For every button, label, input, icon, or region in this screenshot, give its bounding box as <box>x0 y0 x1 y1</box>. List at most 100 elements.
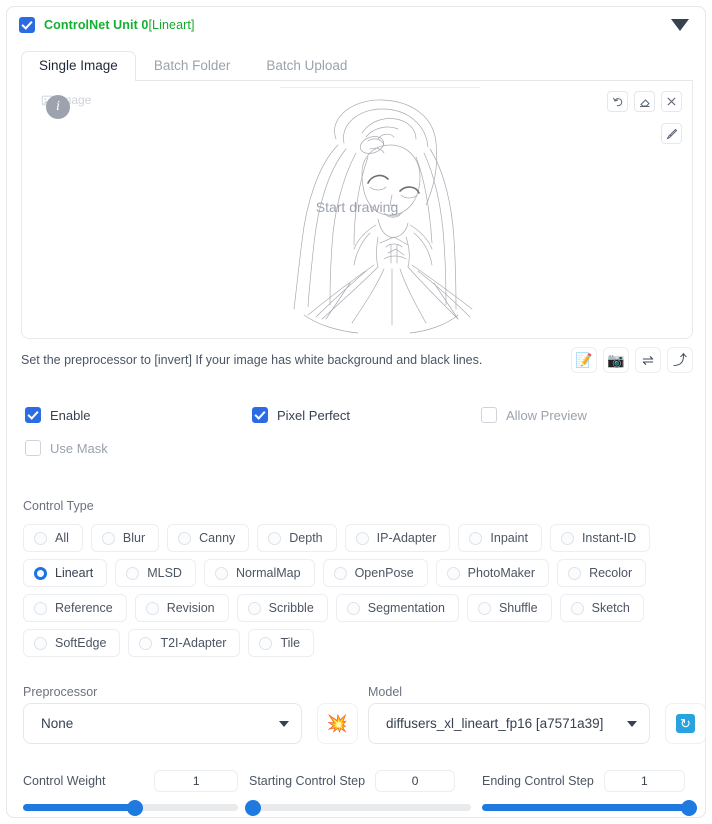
chevron-down-icon <box>279 720 289 727</box>
chevron-down-icon <box>627 720 637 727</box>
control-type-canny[interactable]: Canny <box>167 524 250 552</box>
starting-control-step-slider-group: Starting Control Step 0 <box>245 770 471 816</box>
undo-button[interactable] <box>607 91 628 112</box>
slider-fill <box>23 804 135 811</box>
unit-enable-checkbox[interactable] <box>19 17 35 33</box>
caret-down-icon[interactable] <box>671 19 689 31</box>
send-dimensions-button[interactable]: ⤴ <box>667 347 693 373</box>
control-type-shuffle[interactable]: Shuffle <box>466 594 552 622</box>
slider-knob[interactable] <box>681 799 697 816</box>
control-type-row: SoftEdge T2I-Adapter Tile <box>23 629 687 657</box>
option-label: Tile <box>280 636 301 650</box>
control-type-ip-adapter[interactable]: IP-Adapter <box>344 524 451 552</box>
radio-icon <box>477 601 491 615</box>
control-type-segmentation[interactable]: Segmentation <box>335 594 459 622</box>
ending-control-step-slider-group: Ending Control Step 1 <box>482 770 697 816</box>
canvas-tools-top-row <box>607 91 682 112</box>
enable-checkbox-row[interactable]: Enable <box>25 407 90 423</box>
radio-icon <box>570 601 584 615</box>
radio-icon <box>145 601 159 615</box>
option-label: T2I-Adapter <box>160 636 227 650</box>
use-mask-checkbox-row[interactable]: Use Mask <box>25 440 108 456</box>
control-type-blur[interactable]: Blur <box>90 524 160 552</box>
webcam-button[interactable]: 📷 <box>603 347 629 373</box>
pixel-perfect-checkbox-row[interactable]: Pixel Perfect <box>252 407 350 423</box>
info-icon[interactable]: i <box>46 95 70 119</box>
control-type-all[interactable]: All <box>23 524 83 552</box>
brush-button[interactable] <box>661 123 682 144</box>
control-type-row: All Blur Canny Depth IP-Adapter Inpaint … <box>23 524 687 552</box>
image-canvas-area[interactable]: Image i Start drawing <box>21 81 693 339</box>
model-label: Model <box>368 685 403 699</box>
control-weight-slider[interactable] <box>23 799 238 816</box>
control-weight-label: Control Weight <box>23 774 106 788</box>
slider-header: Starting Control Step 0 <box>249 770 471 792</box>
control-type-reference[interactable]: Reference <box>23 594 127 622</box>
ending-control-step-value[interactable]: 1 <box>603 770 685 792</box>
starting-control-step-slider[interactable] <box>245 799 471 816</box>
tab-single-image[interactable]: Single Image <box>21 51 136 81</box>
option-label: Canny <box>199 531 236 545</box>
slider-knob[interactable] <box>245 799 261 816</box>
radio-icon <box>178 531 192 545</box>
allow-preview-checkbox-row[interactable]: Allow Preview <box>481 407 587 423</box>
control-type-depth[interactable]: Depth <box>257 524 337 552</box>
close-icon <box>667 97 676 106</box>
brush-icon <box>666 128 677 139</box>
control-type-softedge[interactable]: SoftEdge <box>23 629 121 657</box>
option-label: Lineart <box>55 566 94 580</box>
radio-icon <box>355 531 369 545</box>
control-type-instant-id[interactable]: Instant-ID <box>549 524 651 552</box>
ending-control-step-slider[interactable] <box>482 799 697 816</box>
model-dropdown[interactable]: diffusers_xl_lineart_fp16 [a7571a39] <box>368 703 650 744</box>
option-label: Inpaint <box>490 531 528 545</box>
control-type-row: Reference Revision Scribble Segmentation… <box>23 594 687 622</box>
run-preprocessor-button[interactable]: 💥 <box>317 703 358 744</box>
pixel-perfect-label: Pixel Perfect <box>277 407 350 423</box>
clear-button[interactable] <box>661 91 682 112</box>
allow-preview-checkbox[interactable] <box>481 407 497 423</box>
radio-icon <box>560 531 574 545</box>
radio-icon <box>346 601 360 615</box>
option-label: Reference <box>55 601 113 615</box>
control-type-scribble[interactable]: Scribble <box>236 594 328 622</box>
control-type-tile[interactable]: Tile <box>248 629 315 657</box>
control-type-revision[interactable]: Revision <box>134 594 229 622</box>
preprocessor-dropdown[interactable]: None <box>23 703 302 744</box>
control-weight-value[interactable]: 1 <box>154 770 238 792</box>
control-type-openpose[interactable]: OpenPose <box>322 559 428 587</box>
radio-icon <box>101 531 115 545</box>
control-type-recolor[interactable]: Recolor <box>557 559 647 587</box>
canvas-placeholder-text: Start drawing <box>315 199 399 215</box>
control-type-sketch[interactable]: Sketch <box>559 594 644 622</box>
mirror-webcam-button[interactable]: ⇌ <box>635 347 661 373</box>
use-mask-checkbox[interactable] <box>25 440 41 456</box>
slider-header: Control Weight 1 <box>23 770 238 792</box>
radio-icon <box>446 566 460 580</box>
slider-knob[interactable] <box>126 799 143 816</box>
control-type-lineart[interactable]: Lineart <box>23 559 108 587</box>
open-new-canvas-button[interactable]: 📝 <box>571 347 597 373</box>
refresh-icon: ↻ <box>676 714 695 733</box>
starting-control-step-value[interactable]: 0 <box>375 770 456 792</box>
eraser-icon <box>639 98 650 107</box>
control-type-inpaint[interactable]: Inpaint <box>458 524 542 552</box>
radio-icon <box>34 636 47 650</box>
control-type-photomaker[interactable]: PhotoMaker <box>435 559 550 587</box>
ending-control-step-label: Ending Control Step <box>482 774 594 788</box>
tab-batch-folder[interactable]: Batch Folder <box>136 51 249 81</box>
control-type-mlsd[interactable]: MLSD <box>115 559 196 587</box>
option-label: Blur <box>122 531 146 545</box>
starting-control-step-label: Starting Control Step <box>249 774 366 788</box>
radio-icon <box>247 601 261 615</box>
eraser-button[interactable] <box>634 91 655 112</box>
refresh-models-button[interactable]: ↻ <box>665 703 706 744</box>
enable-checkbox[interactable] <box>25 407 41 423</box>
pixel-perfect-checkbox[interactable] <box>252 407 268 423</box>
tab-batch-upload[interactable]: Batch Upload <box>248 51 365 81</box>
control-type-normalmap[interactable]: NormalMap <box>203 559 315 587</box>
control-type-label: Control Type <box>23 499 94 513</box>
allow-preview-label: Allow Preview <box>506 407 587 423</box>
control-type-t2i-adapter[interactable]: T2I-Adapter <box>128 629 241 657</box>
radio-icon <box>139 636 153 650</box>
